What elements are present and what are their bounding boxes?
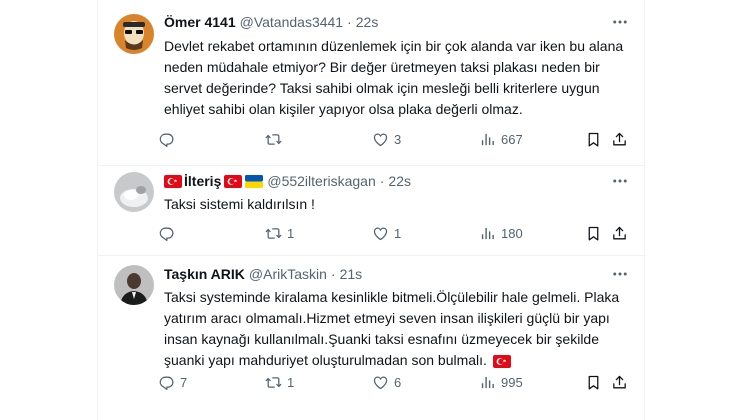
reply-icon (158, 374, 175, 391)
tweet[interactable]: Ömer 4141 @Vatandas3441 · 22s Devlet rek… (98, 0, 646, 166)
share-button[interactable] (611, 223, 628, 243)
turkey-flag-icon (164, 175, 182, 188)
views-count: 995 (501, 374, 523, 390)
views-button[interactable]: 995 (479, 372, 523, 392)
like-count: 6 (394, 374, 402, 390)
like-count: 3 (394, 131, 402, 147)
retweet-icon (265, 374, 282, 391)
separator-dot: · (347, 14, 352, 30)
retweet-button[interactable]: 1 (265, 223, 294, 243)
retweet-button[interactable] (265, 129, 287, 149)
views-button[interactable]: 667 (479, 129, 523, 149)
tweet-header: Ömer 4141 @Vatandas3441 · 22s (164, 12, 630, 32)
user-handle[interactable]: @ArikTaskin (249, 264, 327, 284)
heart-icon (372, 131, 389, 148)
tweet[interactable]: Taşkın ARIK @ArikTaskin · 21s Taksi syst… (98, 256, 646, 420)
tweet-text: Taksi sistemi kaldırılsın ! (164, 196, 315, 212)
display-name[interactable]: Taşkın ARIK (164, 264, 245, 284)
tweet-actions: 1 1 180 (158, 223, 634, 243)
reply-button[interactable]: 7 (158, 372, 187, 392)
retweet-button[interactable]: 1 (265, 372, 294, 392)
display-name[interactable]: Ömer 4141 (164, 12, 236, 32)
heart-icon (372, 374, 389, 391)
ukraine-flag-icon (245, 175, 263, 188)
views-button[interactable]: 180 (479, 223, 523, 243)
share-button[interactable] (611, 372, 628, 392)
retweet-count: 1 (287, 374, 295, 390)
reply-button[interactable] (158, 129, 180, 149)
views-icon (479, 225, 496, 242)
bookmark-icon (585, 131, 602, 148)
share-icon (611, 225, 628, 242)
bookmark-button[interactable] (585, 372, 602, 392)
bookmark-button[interactable] (585, 129, 602, 149)
avatar[interactable] (114, 265, 154, 305)
bookmark-icon (585, 225, 602, 242)
bookmark-icon (585, 374, 602, 391)
retweet-icon (265, 131, 282, 148)
user-handle[interactable]: @552ilteriskagan (267, 171, 375, 191)
timestamp[interactable]: 22s (356, 12, 379, 32)
reply-count: 7 (180, 374, 188, 390)
display-name[interactable]: İlteriş (184, 171, 221, 191)
tweet-text: Devlet rekabet ortamının düzenlemek için… (164, 38, 624, 117)
views-count: 180 (501, 225, 523, 241)
turkey-flag-icon (224, 175, 242, 188)
heart-icon (372, 225, 389, 242)
tweet-text: Taksi systeminde kiralama kesinlikle bit… (164, 289, 620, 368)
turkey-flag-icon (493, 355, 511, 368)
views-icon (479, 131, 496, 148)
views-icon (479, 374, 496, 391)
reply-feed: Ömer 4141 @Vatandas3441 · 22s Devlet rek… (97, 0, 646, 420)
retweet-count: 1 (287, 225, 295, 241)
more-icon[interactable] (610, 264, 630, 284)
timestamp[interactable]: 22s (388, 171, 411, 191)
reply-icon (158, 131, 175, 148)
timestamp[interactable]: 21s (340, 264, 363, 284)
retweet-icon (265, 225, 282, 242)
tweet-text-container: Taksi systeminde kiralama kesinlikle bit… (164, 287, 624, 371)
like-button[interactable]: 3 (372, 129, 401, 149)
like-count: 1 (394, 225, 402, 241)
like-button[interactable]: 1 (372, 223, 401, 243)
more-icon[interactable] (610, 12, 630, 32)
more-icon[interactable] (610, 171, 630, 191)
bookmark-button[interactable] (585, 223, 602, 243)
avatar[interactable] (114, 14, 154, 54)
tweet-actions: 7 1 6 995 (158, 372, 634, 392)
separator-dot: · (330, 266, 336, 282)
tweet-header: Taşkın ARIK @ArikTaskin · 21s (164, 264, 630, 284)
tweet-actions: 3 667 (158, 129, 634, 149)
tweet[interactable]: İlteriş @552ilteriskagan · 22s Taksi sis… (98, 166, 646, 256)
share-icon (611, 131, 628, 148)
views-count: 667 (501, 131, 523, 147)
share-icon (611, 374, 628, 391)
user-handle[interactable]: @Vatandas3441 (240, 12, 343, 32)
reply-icon (158, 225, 175, 242)
separator-dot: · (379, 173, 385, 189)
like-button[interactable]: 6 (372, 372, 401, 392)
tweet-header: İlteriş @552ilteriskagan · 22s (164, 171, 630, 191)
share-button[interactable] (611, 129, 628, 149)
reply-button[interactable] (158, 223, 180, 243)
avatar[interactable] (114, 172, 154, 212)
